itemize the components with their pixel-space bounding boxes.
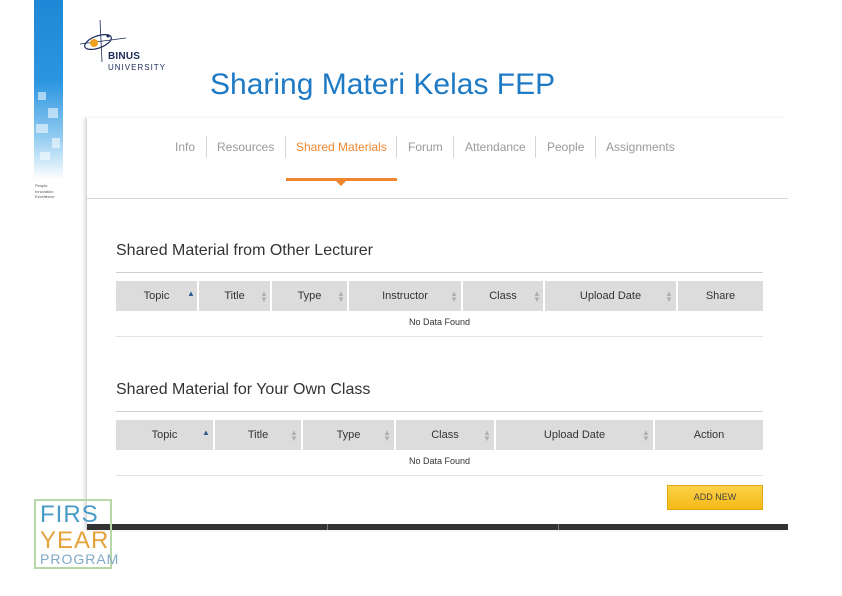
tab-resources[interactable]: Resources [217,140,274,154]
sort-asc-icon: ▲ [187,289,195,298]
sort-icon: ▲ ▼ [665,289,673,304]
panel-footer-bar [87,524,788,530]
column-header-class[interactable]: Class ▲ ▼ [463,281,543,311]
logo-subtitle: UNIVERSITY [108,63,167,72]
column-header-topic[interactable]: Topic ▲ [116,420,213,450]
column-header-upload-date[interactable]: Upload Date ▲ ▼ [545,281,676,311]
section-rule [116,411,763,412]
column-header-topic[interactable]: Topic ▲ [116,281,197,311]
course-page-panel: Info Resources Shared Materials Forum At… [86,118,788,530]
column-header-class[interactable]: Class ▲ ▼ [396,420,494,450]
column-label: Type [297,290,322,302]
column-label: Share [705,290,736,302]
tab-divider [595,136,596,158]
tab-people[interactable]: People [547,140,584,154]
tab-info[interactable]: Info [175,140,195,154]
column-label: Upload Date [579,290,642,302]
footer-divider [327,524,328,530]
slide-title: Sharing Materi Kelas FEP [210,68,556,101]
column-label: Title [247,429,269,441]
column-header-action: Action [655,420,763,450]
column-header-instructor[interactable]: Instructor ▲ ▼ [349,281,461,311]
first-year-program-logo: FIRS YEAR PROGRAM [34,499,118,569]
course-tabs: Info Resources Shared Materials Forum At… [87,134,788,199]
row-rule [116,336,763,337]
column-header-type[interactable]: Type ▲ ▼ [303,420,394,450]
sort-icon: ▲ ▼ [533,289,541,304]
own-class-table-header: Topic ▲ Title ▲ ▼ Type ▲ ▼ Class ▲ ▼ Upload… [116,420,763,450]
column-label: Class [489,290,517,302]
sort-icon: ▲ ▼ [290,428,298,443]
active-tab-caret-icon [336,181,346,186]
tab-divider [535,136,536,158]
sort-icon: ▲ ▼ [483,428,491,443]
tab-assignments[interactable]: Assignments [606,140,675,154]
column-label: Instructor [382,290,428,302]
add-new-button[interactable]: ADD NEW [667,485,763,510]
section-own-class-title: Shared Material for Your Own Class [116,381,371,398]
sort-icon: ▲ ▼ [642,428,650,443]
tagline: People Innovation Excellence [35,183,75,200]
sort-asc-icon: ▲ [202,428,210,437]
sort-icon: ▲ ▼ [383,428,391,443]
column-label: Topic [143,290,170,302]
section-rule [116,272,763,273]
tab-forum[interactable]: Forum [408,140,443,154]
column-header-title[interactable]: Title ▲ ▼ [215,420,301,450]
empty-state-text: No Data Found [408,456,471,466]
column-header-upload-date[interactable]: Upload Date ▲ ▼ [496,420,653,450]
column-label: Action [693,429,725,441]
sort-icon: ▲ ▼ [337,289,345,304]
logo-name: BINUS [108,51,141,62]
program-logo-line: PROGRAM [40,551,120,567]
tab-divider [396,136,397,158]
tab-divider [206,136,207,158]
column-label: Topic [151,429,178,441]
column-label: Title [224,290,245,302]
tab-divider [285,136,286,158]
tabs-divider-line [87,198,788,199]
tab-divider [453,136,454,158]
empty-state-text: No Data Found [408,317,471,327]
tab-attendance[interactable]: Attendance [465,140,526,154]
column-label: Upload Date [543,429,606,441]
column-label: Class [431,429,459,441]
left-decorative-bar [34,0,63,180]
program-logo-line: FIRS [40,501,99,528]
column-label: Type [336,429,361,441]
other-lecturer-table-header: Topic ▲ Title ▲ ▼ Type ▲ ▼ Instructor ▲ ▼ C… [116,281,763,311]
section-other-lecturer-title: Shared Material from Other Lecturer [116,242,373,259]
column-header-share: Share [678,281,763,311]
tagline-line: Excellence [35,194,55,199]
footer-divider [558,524,559,530]
column-header-type[interactable]: Type ▲ ▼ [272,281,347,311]
row-rule [116,475,763,476]
tab-shared-materials[interactable]: Shared Materials [296,140,387,154]
column-header-title[interactable]: Title ▲ ▼ [199,281,270,311]
sort-icon: ▲ ▼ [260,289,268,304]
sort-icon: ▲ ▼ [450,289,458,304]
